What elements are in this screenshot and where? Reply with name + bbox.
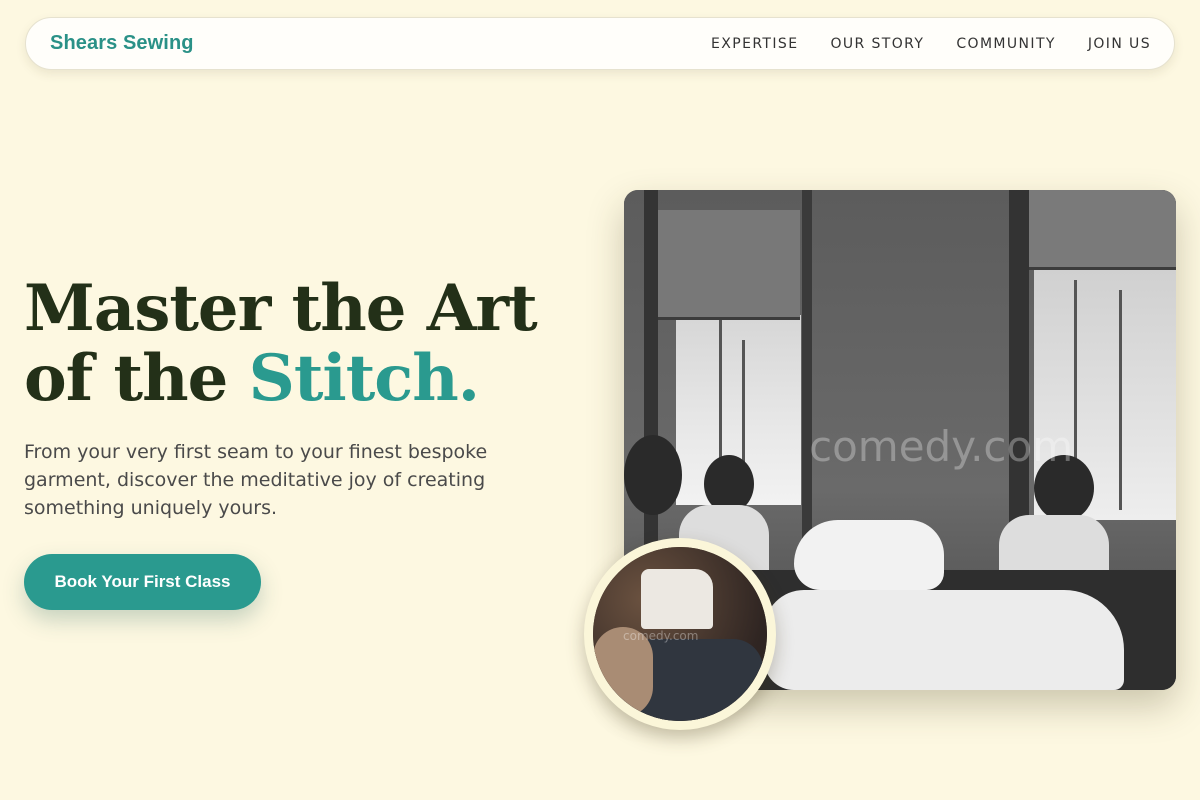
nav-link-expertise[interactable]: EXPERTISE (711, 36, 798, 52)
hero-title-accent: Stitch. (248, 341, 480, 416)
nav-link-join-us[interactable]: JOIN US (1088, 36, 1151, 52)
hero-subtitle: From your very first seam to your finest… (24, 441, 488, 519)
nav-links: EXPERTISE OUR STORY COMMUNITY JOIN US (711, 36, 1151, 52)
photo-shade-right (1024, 190, 1176, 270)
nav-link-our-story[interactable]: OUR STORY (830, 36, 924, 52)
photo-person-head (624, 435, 682, 515)
hero-title-line2: of the (24, 341, 249, 416)
photo-watermark: comedy.com (809, 422, 1074, 471)
photo-tree (1119, 290, 1122, 510)
nav-link-community[interactable]: COMMUNITY (956, 36, 1056, 52)
photo-fabric (764, 590, 1124, 690)
inset-watermark: comedy.com (623, 629, 699, 643)
hero-title: Master the Art of the Stitch. (24, 271, 538, 416)
photo-fabric (794, 520, 944, 590)
brand-logo-text[interactable]: Shears Sewing (50, 32, 194, 55)
book-first-class-button[interactable]: Book Your First Class (24, 554, 261, 610)
sewing-machine-inset-photo: comedy.com (584, 538, 776, 730)
inset-sewing-machine (641, 569, 713, 629)
hero-title-line1: Master the Art (24, 271, 538, 346)
top-navbar: Shears Sewing EXPERTISE OUR STORY COMMUN… (25, 17, 1175, 70)
photo-shade-left (654, 210, 800, 320)
